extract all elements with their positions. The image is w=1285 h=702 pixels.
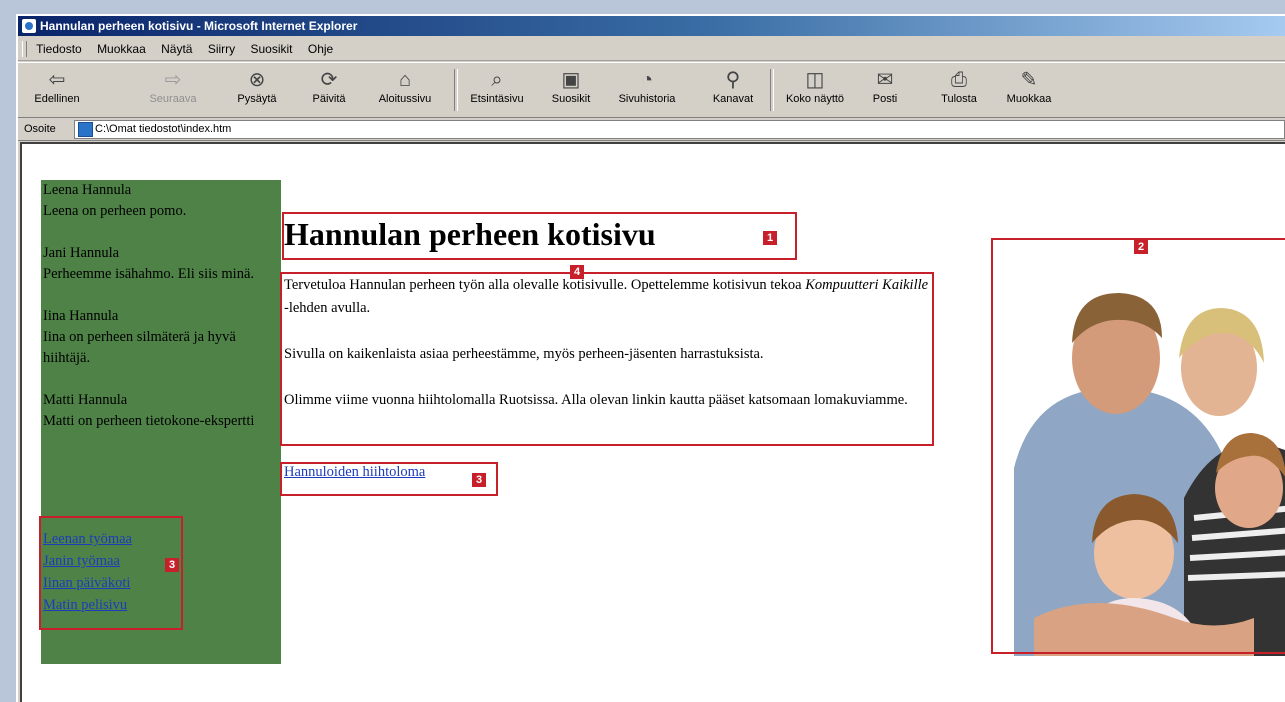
address-value: C:\Omat tiedostot\index.htm bbox=[95, 123, 232, 135]
history-label: Sivuhistoria bbox=[618, 93, 676, 105]
toolbar-separator bbox=[454, 69, 458, 111]
history-button[interactable]: ◔ Sivuhistoria bbox=[612, 67, 682, 105]
home-button[interactable]: ⌂ Aloitussivu bbox=[370, 67, 440, 105]
address-input[interactable]: C:\Omat tiedostot\index.htm bbox=[74, 120, 1285, 139]
menu-help[interactable]: Ohje bbox=[308, 42, 333, 56]
person-name: Leena Hannula bbox=[43, 182, 132, 198]
menu-go[interactable]: Siirry bbox=[208, 42, 235, 56]
person-name: Jani Hannula bbox=[43, 245, 120, 261]
channels-label: Kanavat bbox=[712, 93, 754, 105]
stop-label: Pysäytä bbox=[237, 93, 277, 105]
favorites-button[interactable]: ▣ Suosikit bbox=[536, 67, 606, 105]
menu-grip[interactable] bbox=[22, 41, 27, 57]
menu-favorites[interactable]: Suosikit bbox=[250, 42, 292, 56]
stop-button[interactable]: ⊗ Pysäytä bbox=[222, 67, 292, 105]
person-desc: Iina on perheen silmäterä ja hyvä hiihtä… bbox=[43, 329, 236, 366]
person-entry: Jani Hannula Perheemme isähahmo. Eli sii… bbox=[41, 243, 281, 285]
fullscreen-button[interactable]: ◫ Koko näyttö bbox=[780, 67, 850, 105]
person-entry: Iina Hannula Iina on perheen silmäterä j… bbox=[41, 306, 281, 369]
window-title: Hannulan perheen kotisivu - Microsoft In… bbox=[40, 19, 358, 33]
search-button[interactable]: ⌕ Etsintäsivu bbox=[462, 67, 532, 105]
print-label: Tulosta bbox=[941, 93, 977, 105]
menu-file[interactable]: Tiedosto bbox=[36, 42, 82, 56]
fullscreen-label: Koko näyttö bbox=[785, 93, 845, 105]
annotation-box-photo: 2 bbox=[991, 238, 1285, 654]
favorites-icon: ▣ bbox=[561, 69, 581, 91]
address-label: Osoite bbox=[24, 123, 56, 135]
menu-bar: Tiedosto Muokkaa Näytä Siirry Suosikit O… bbox=[18, 38, 1285, 61]
forward-button[interactable]: ⇨ Seuraava bbox=[138, 67, 208, 105]
back-arrow-icon: ⇦ bbox=[48, 69, 66, 91]
edit-button[interactable]: ✎ Muokkaa bbox=[994, 67, 1064, 105]
forward-label: Seuraava bbox=[149, 93, 197, 105]
annotation-badge: 3 bbox=[165, 558, 179, 572]
person-name: Matti Hannula bbox=[43, 392, 128, 408]
annotation-box-link: 3 bbox=[280, 462, 498, 496]
annotation-badge: 3 bbox=[472, 473, 486, 487]
history-icon: ◔ bbox=[640, 69, 654, 91]
favorites-label: Suosikit bbox=[551, 93, 591, 105]
menu-view[interactable]: Näytä bbox=[161, 42, 192, 56]
back-button[interactable]: ⇦ Edellinen bbox=[22, 67, 92, 105]
search-label: Etsintäsivu bbox=[470, 93, 524, 105]
stop-icon: ⊗ bbox=[248, 69, 266, 91]
annotation-box-text: 4 bbox=[280, 265, 934, 446]
annotation-badge: 1 bbox=[763, 231, 777, 245]
forward-arrow-icon: ⇨ bbox=[164, 69, 182, 91]
person-entry: Leena Hannula Leena on perheen pomo. bbox=[41, 180, 281, 222]
refresh-label: Päivitä bbox=[312, 93, 346, 105]
mail-icon: ✉ bbox=[876, 69, 894, 91]
toolbar-separator bbox=[770, 69, 774, 111]
page-icon bbox=[78, 122, 93, 137]
back-label: Edellinen bbox=[34, 93, 80, 105]
person-desc: Perheemme isähahmo. Eli siis minä. bbox=[43, 266, 255, 282]
annotation-box-heading: 1 bbox=[282, 212, 797, 260]
browser-window: Hannulan perheen kotisivu - Microsoft In… bbox=[16, 14, 1285, 702]
edit-icon: ✎ bbox=[1020, 69, 1038, 91]
annotation-box-sidebar-links: 3 bbox=[39, 516, 183, 630]
edit-label: Muokkaa bbox=[1006, 93, 1052, 105]
person-entry: Matti Hannula Matti on perheen tietokone… bbox=[41, 390, 281, 432]
fullscreen-icon: ◫ bbox=[805, 69, 825, 91]
address-bar: Osoite C:\Omat tiedostot\index.htm bbox=[18, 118, 1285, 141]
person-desc: Matti on perheen tietokone-ekspertti bbox=[43, 413, 255, 429]
print-icon: ⎙ bbox=[951, 69, 967, 91]
home-icon: ⌂ bbox=[398, 69, 412, 91]
person-desc: Leena on perheen pomo. bbox=[43, 203, 187, 219]
toolbar: ⇦ Edellinen ⇨ Seuraava ⊗ Pysäytä ⟳ Päivitä ⌂… bbox=[18, 62, 1285, 118]
title-bar: Hannulan perheen kotisivu - Microsoft In… bbox=[18, 16, 1285, 36]
refresh-button[interactable]: ⟳ Päivitä bbox=[294, 67, 364, 105]
menu-edit[interactable]: Muokkaa bbox=[97, 42, 146, 56]
home-label: Aloitussivu bbox=[378, 93, 432, 105]
mail-button[interactable]: ✉ Posti bbox=[850, 67, 920, 105]
channels-icon: ⚲ bbox=[725, 69, 741, 91]
channels-button[interactable]: ⚲ Kanavat bbox=[698, 67, 768, 105]
print-button[interactable]: ⎙ Tulosta bbox=[924, 67, 994, 105]
search-icon: ⌕ bbox=[491, 69, 503, 91]
person-name: Iina Hannula bbox=[43, 308, 119, 324]
refresh-icon: ⟳ bbox=[320, 69, 338, 91]
annotation-badge: 4 bbox=[570, 265, 584, 279]
ie-icon bbox=[22, 19, 36, 33]
annotation-badge: 2 bbox=[1134, 240, 1148, 254]
mail-label: Posti bbox=[872, 93, 898, 105]
